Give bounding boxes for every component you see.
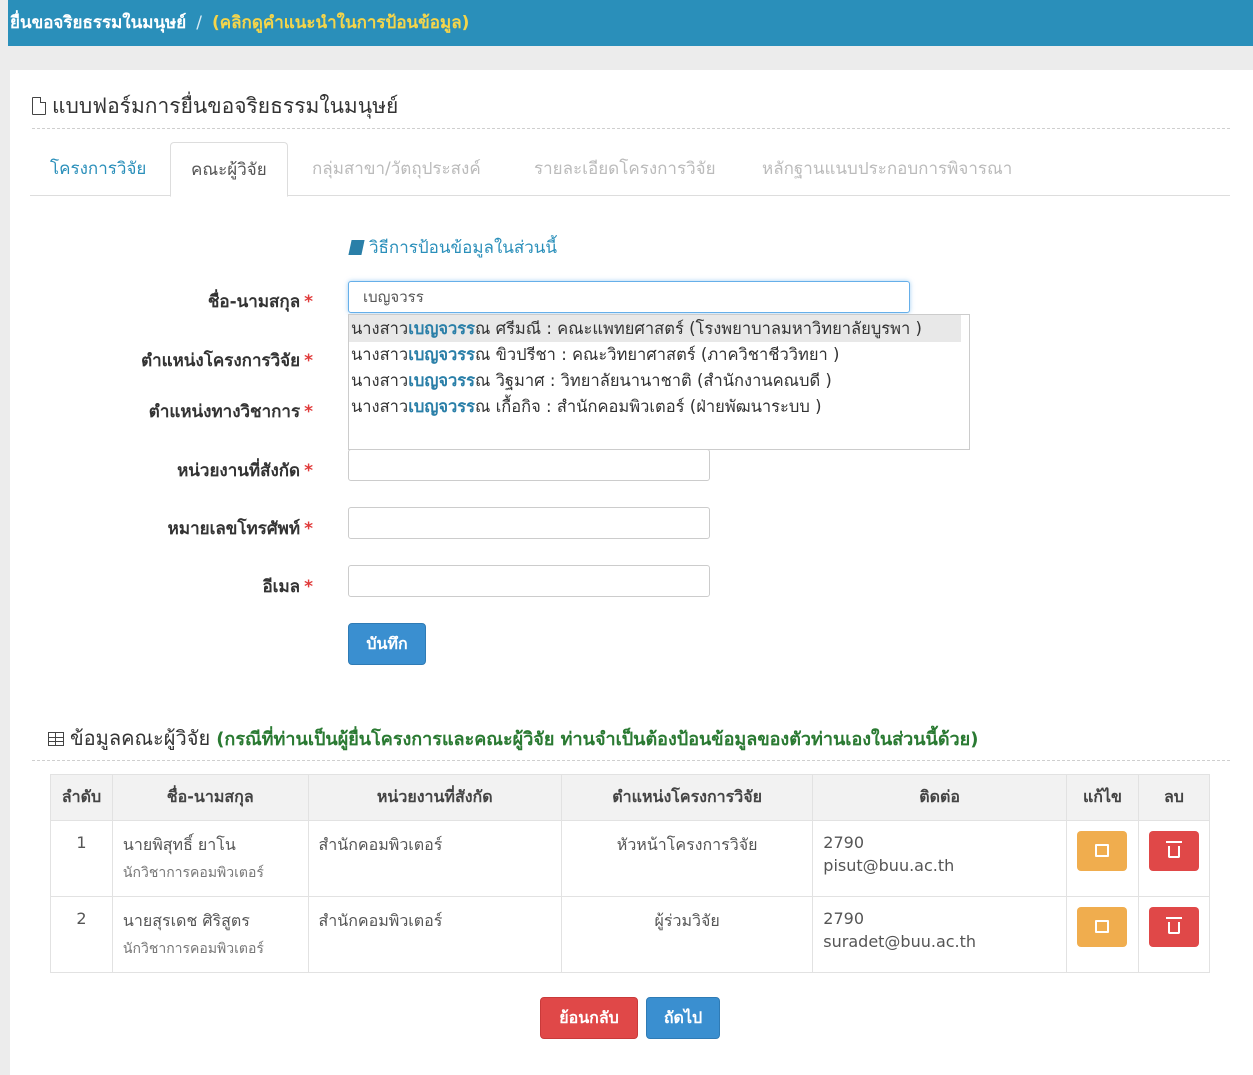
autocomplete-item[interactable]: นางสาวเบญจวรรณ เกื้อกิจ : สำนักคอมพิวเตอ…	[349, 394, 969, 420]
row-title: นักวิชาการคอมพิวเตอร์	[122, 941, 264, 957]
delete-button[interactable]	[1148, 907, 1199, 947]
form-panel: แบบฟอร์มการยื่นขอจริยธรรมในมนุษย์ โครงกา…	[10, 70, 1253, 1075]
tab-project[interactable]: โครงการวิจัย	[30, 142, 166, 196]
form-title: แบบฟอร์มการยื่นขอจริยธรรมในมนุษย์	[32, 90, 398, 123]
name-label: ชื่อ-นามสกุล *	[207, 292, 313, 312]
table-header-row: ลำดับ ชื่อ-นามสกุล หน่วยงานที่สังกัด ตำแ…	[50, 774, 1211, 821]
col-name: ชื่อ-นามสกุล	[111, 774, 309, 821]
back-button[interactable]: ย้อนกลับ	[540, 997, 638, 1039]
tab-details[interactable]: รายละเอียดโครงการวิจัย	[514, 142, 736, 196]
howto-link[interactable]: วิธีการป้อนข้อมูลในส่วนนี้	[348, 234, 558, 261]
team-note: (กรณีที่ท่านเป็นผู้ยื่นโครงการและคณะผู้ว…	[216, 729, 979, 750]
table-row: 2 นายสุรเดช ศิริสูตรนักวิชาการคอมพิวเตอร…	[50, 896, 1211, 973]
row-email: suradet@buu.ac.th	[823, 932, 977, 951]
row-name-cell: นายสุรเดช ศิริสูตรนักวิชาการคอมพิวเตอร์	[111, 896, 309, 973]
row-contact: 2790 suradet@buu.ac.th	[812, 896, 1067, 973]
row-email: pisut@buu.ac.th	[823, 856, 955, 875]
col-contact: ติดต่อ	[812, 774, 1067, 821]
tab-evidence[interactable]: หลักฐานแนบประกอบการพิจารณา	[742, 142, 1032, 196]
row-edit-cell	[1065, 820, 1139, 897]
row-delete-cell	[1137, 896, 1211, 973]
row-no: 2	[50, 896, 113, 973]
row-unit: สำนักคอมพิวเตอร์	[307, 896, 562, 973]
col-no: ลำดับ	[50, 774, 113, 821]
document-icon	[32, 97, 46, 115]
row-name: นายสุรเดช ศิริสูตร	[122, 911, 250, 930]
howto-label: วิธีการป้อนข้อมูลในส่วนนี้	[369, 238, 558, 258]
divider	[32, 760, 1230, 761]
email-input[interactable]	[348, 565, 710, 597]
row-edit-cell	[1065, 896, 1139, 973]
project-position-label: ตำแหน่งโครงการวิจัย *	[141, 351, 313, 371]
row-title: นักวิชาการคอมพิวเตอร์	[122, 865, 264, 881]
delete-button[interactable]	[1148, 831, 1199, 871]
col-delete: ลบ	[1137, 774, 1211, 821]
col-unit: หน่วยงานที่สังกัด	[307, 774, 562, 821]
form-title-text: แบบฟอร์มการยื่นขอจริยธรรมในมนุษย์	[52, 94, 399, 118]
row-phone: 2790	[823, 909, 865, 928]
unit-input[interactable]	[348, 449, 710, 481]
autocomplete-list: นางสาวเบญจวรรณ ศรีมณี : คณะแพทยศาสตร์ (โ…	[348, 314, 970, 450]
col-role: ตำแหน่งโครงการวิจัย	[560, 774, 814, 821]
phone-input[interactable]	[348, 507, 710, 539]
phone-label: หมายเลขโทรศัพท์ *	[167, 519, 313, 539]
save-button[interactable]: บันทึก	[348, 623, 426, 665]
row-phone: 2790	[823, 833, 865, 852]
table-row: 1 นายพิสุทธิ์ ยาโน นักวิชาการคอมพิวเตอร์ …	[50, 820, 1211, 897]
autocomplete-item[interactable]: นางสาวเบญจวรรณ ศรีมณี : คณะแพทยศาสตร์ (โ…	[349, 315, 961, 342]
row-delete-cell	[1137, 820, 1211, 897]
table-icon	[48, 732, 64, 746]
divider	[32, 128, 1230, 129]
autocomplete-item[interactable]: นางสาวเบญจวรรณ วิฐมาศ : วิทยาลัยนานาชาติ…	[349, 368, 969, 394]
autocomplete-item[interactable]: นางสาวเบญจวรรณ ขิวปรีชา : คณะวิทยาศาสตร์…	[349, 342, 969, 368]
row-role: หัวหน้าโครงการวิจัย	[560, 820, 814, 897]
row-no: 1	[50, 820, 113, 897]
col-edit: แก้ไข	[1065, 774, 1139, 821]
trash-icon	[1165, 917, 1182, 934]
help-link[interactable]: (คลิกดูคำแนะนำในการป้อนข้อมูล)	[212, 13, 469, 33]
tab-category[interactable]: กลุ่มสาขา/วัตถุประสงค์	[292, 142, 501, 196]
team-title: ข้อมูลคณะผู้วิจัย	[70, 726, 211, 750]
team-section-title: ข้อมูลคณะผู้วิจัย (กรณีที่ท่านเป็นผู้ยื่น…	[48, 722, 978, 754]
email-label: อีเมล *	[262, 577, 313, 597]
name-input[interactable]: เบญจวรร	[348, 281, 910, 313]
tab-team[interactable]: คณะผู้วิจัย	[170, 142, 288, 197]
edit-button[interactable]	[1077, 831, 1128, 871]
academic-position-label: ตำแหน่งทางวิชาการ *	[148, 402, 313, 422]
row-role: ผู้ร่วมวิจัย	[560, 896, 814, 973]
page-title: ยื่นขอจริยธรรมในมนุษย์	[10, 13, 187, 33]
row-name: นายพิสุทธิ์ ยาโน	[122, 835, 236, 854]
edit-icon	[1095, 844, 1110, 857]
breadcrumb-separator: /	[196, 13, 202, 33]
edit-icon	[1095, 920, 1110, 933]
next-button[interactable]: ถัดไป	[646, 997, 720, 1039]
unit-label: หน่วยงานที่สังกัด *	[177, 461, 313, 481]
row-name-cell: นายพิสุทธิ์ ยาโนนักวิชาการคอมพิวเตอร์	[111, 820, 309, 897]
row-unit: สำนักคอมพิวเตอร์	[307, 820, 562, 897]
team-table: ลำดับ ชื่อ-นามสกุล หน่วยงานที่สังกัด ตำแ…	[50, 774, 1211, 973]
book-icon	[348, 240, 365, 255]
edit-button[interactable]	[1077, 907, 1128, 947]
row-contact: 2790 pisut@buu.ac.th	[812, 820, 1067, 897]
top-header: ยื่นขอจริยธรรมในมนุษย์ / (คลิกดูคำแนะนำในก…	[8, 0, 1253, 46]
tab-bar: โครงการวิจัย คณะผู้วิจัย กลุ่มสาขา/วัตถุ…	[30, 142, 1230, 197]
trash-icon	[1165, 841, 1182, 858]
